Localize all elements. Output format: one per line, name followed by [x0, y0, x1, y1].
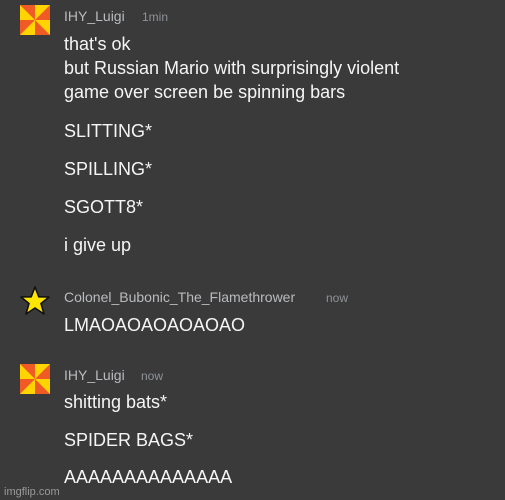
message-line: shitting bats* — [64, 392, 168, 412]
star-icon[interactable] — [20, 286, 50, 316]
message-line: but Russian Mario with surprisingly viol… — [64, 58, 400, 78]
message-line: SGOTT8* — [64, 197, 144, 217]
message-line: SLITTING* — [64, 121, 153, 141]
pinwheel-icon[interactable] — [20, 5, 50, 35]
username[interactable]: IHY_Luigi — [64, 367, 125, 383]
message-line: that's ok — [64, 34, 131, 54]
message-line: LMAOAOAOAOAOAO — [64, 315, 246, 335]
username[interactable]: IHY_Luigi — [64, 8, 125, 24]
message-line: SPIDER BAGS* — [64, 430, 194, 450]
message-line: i give up — [64, 235, 132, 255]
watermark: imgflip.com — [4, 486, 60, 498]
timestamp: 1min — [142, 10, 169, 24]
timestamp: now — [141, 369, 164, 383]
username[interactable]: Colonel_Bubonic_The_Flamethrower — [64, 289, 295, 305]
message-line: SPILLING* — [64, 159, 153, 179]
timestamp: now — [326, 291, 349, 305]
message-line: game over screen be spinning bars — [64, 82, 346, 102]
message-line: AAAAAAAAAAAAAA — [64, 467, 233, 487]
pinwheel-icon[interactable] — [20, 364, 50, 394]
